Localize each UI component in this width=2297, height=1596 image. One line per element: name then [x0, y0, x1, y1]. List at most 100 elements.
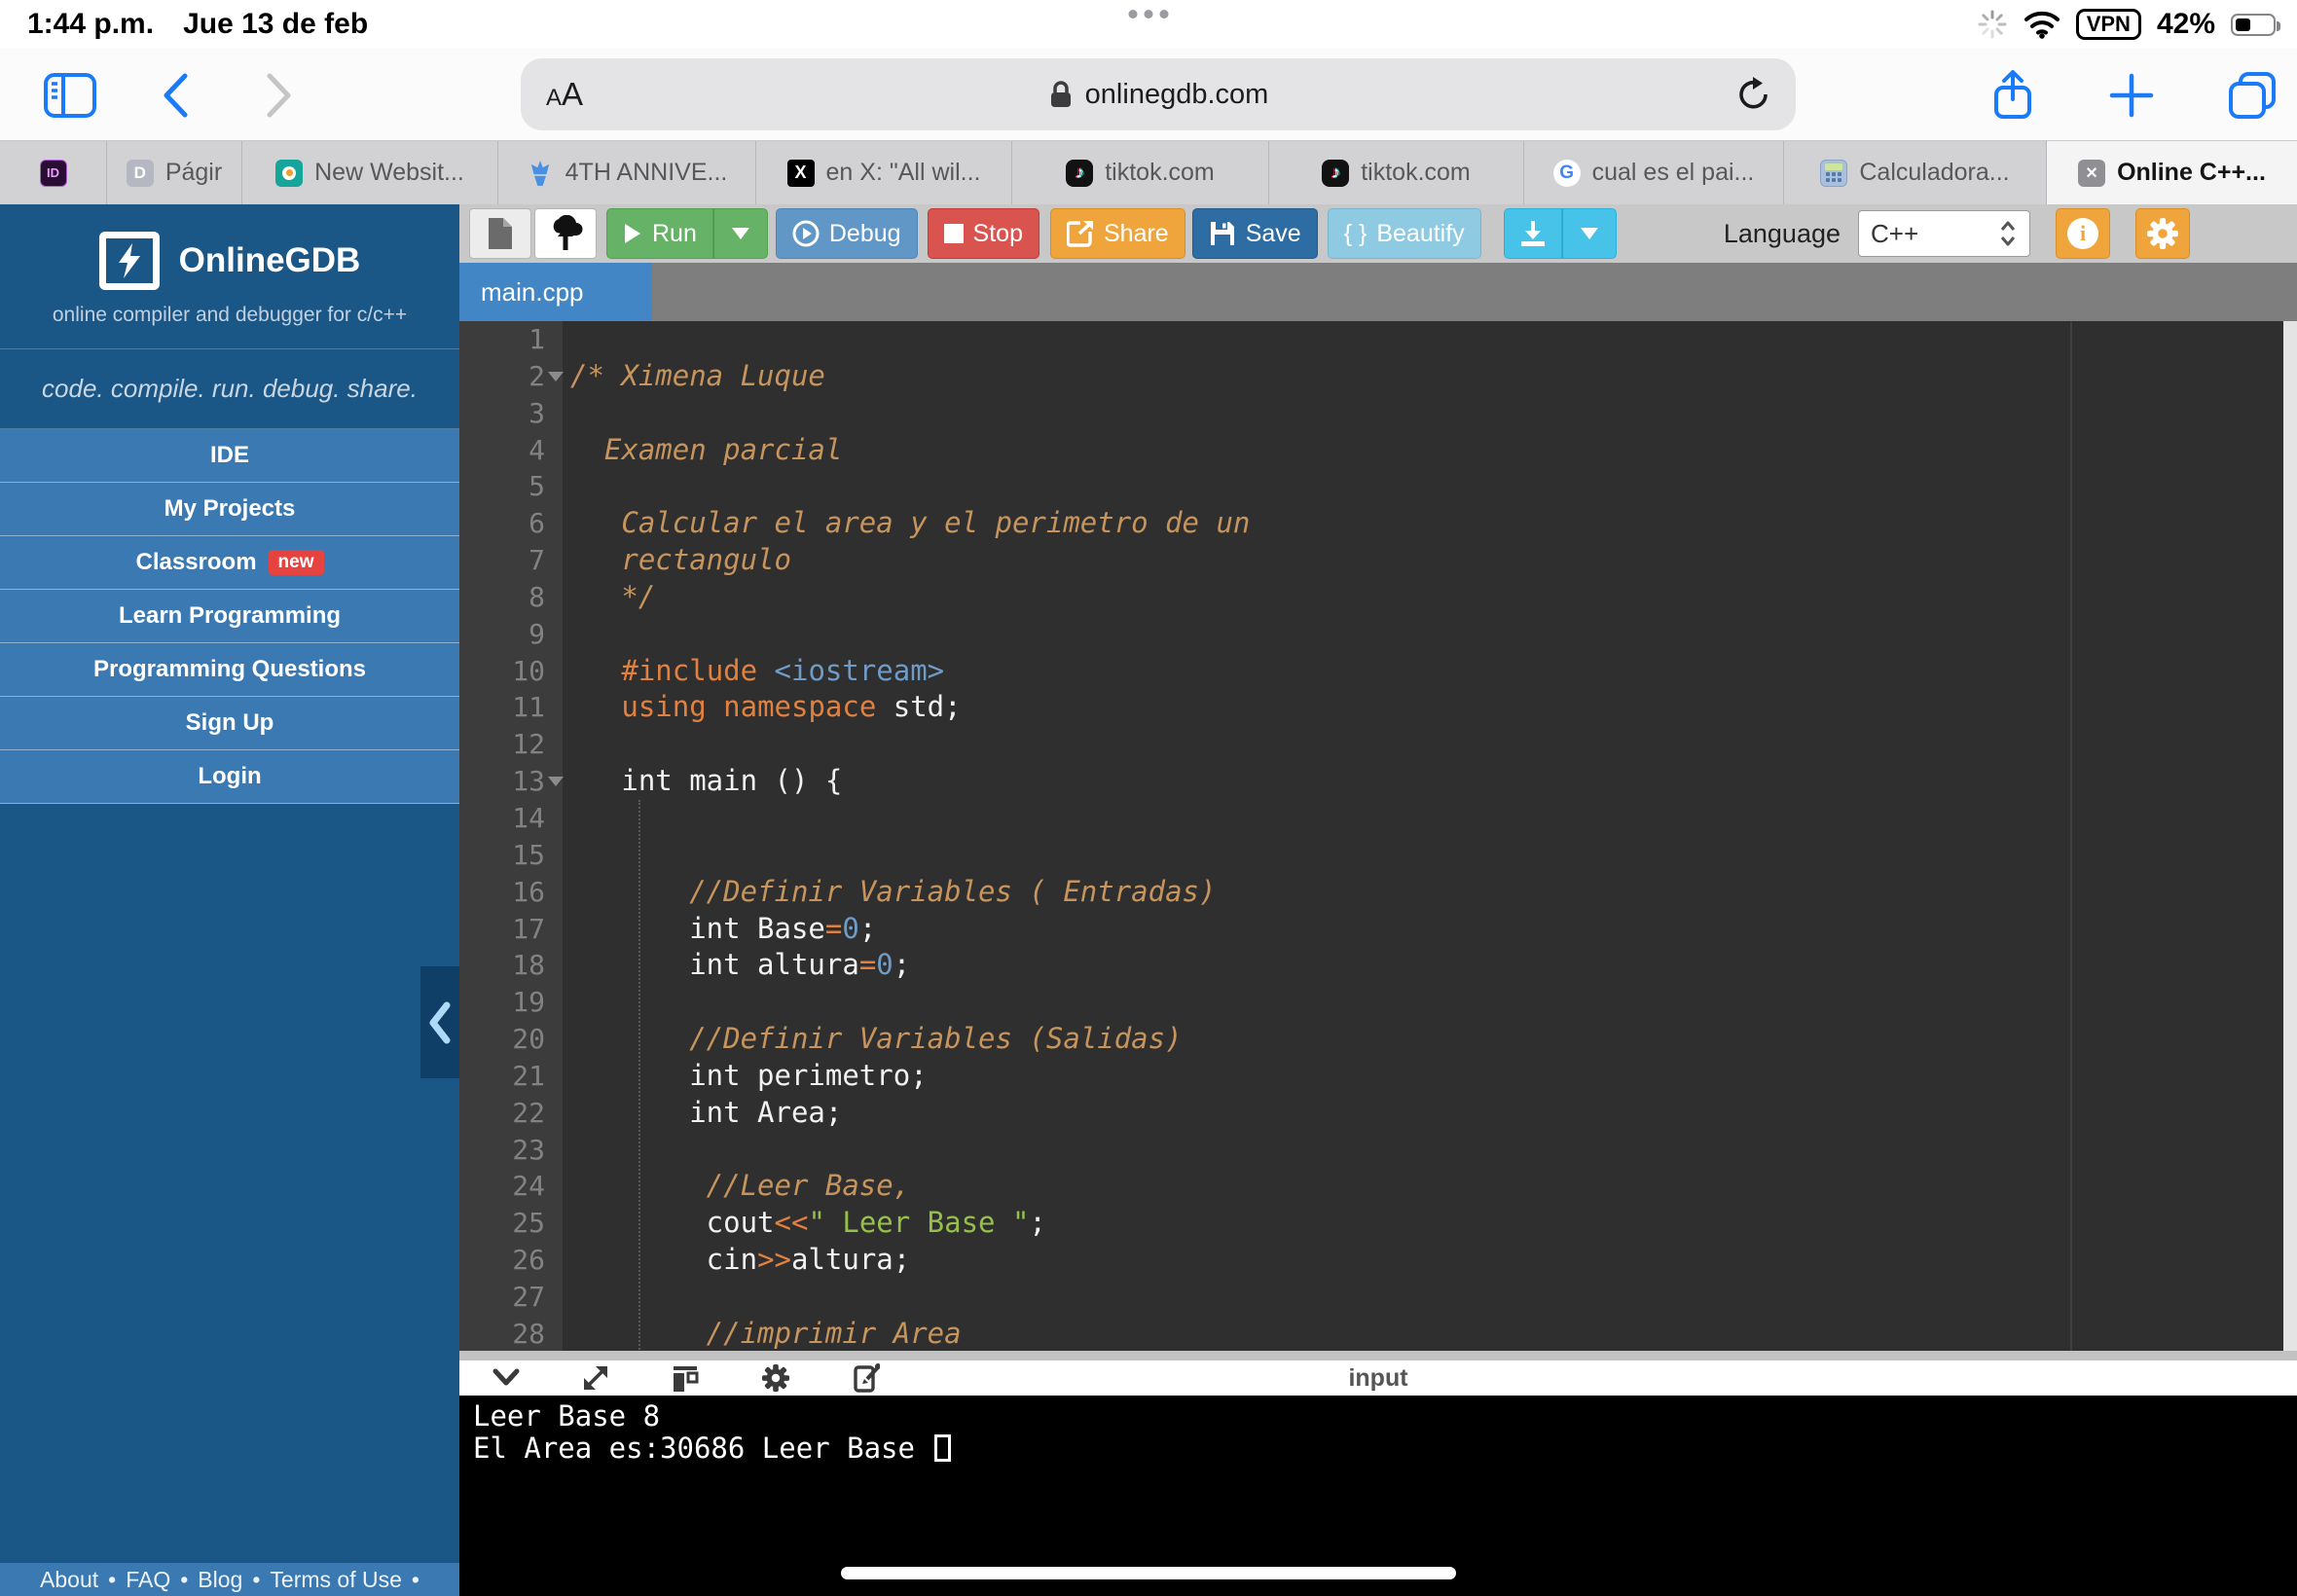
line-number: 22 — [459, 1095, 563, 1132]
sidebar-item-classroom[interactable]: Classroom new — [0, 536, 459, 590]
run-button[interactable]: Run — [606, 208, 713, 259]
kahoot-icon — [275, 160, 303, 187]
footer-link-about[interactable]: About — [40, 1567, 98, 1593]
share-icon — [1067, 220, 1094, 247]
play-icon — [623, 222, 642, 245]
console-output-line: El Area es:30686 Leer Base — [473, 1433, 2297, 1465]
fold-arrow-icon[interactable] — [548, 777, 564, 786]
sidebar-item-learn-programming[interactable]: Learn Programming — [0, 590, 459, 643]
activity-spinner-icon — [1977, 9, 2008, 40]
upload-button[interactable] — [534, 208, 597, 259]
save-button[interactable]: Save — [1192, 208, 1318, 259]
file-tab-main-cpp[interactable]: main.cpp — [459, 263, 652, 321]
tagline: code. compile. run. debug. share. — [0, 349, 459, 429]
code-line — [570, 1279, 2283, 1316]
browser-tab[interactable]: DPágir — [107, 141, 242, 204]
footer-link-terms-of-use[interactable]: Terms of Use — [270, 1567, 401, 1593]
browser-tab[interactable]: Calculadora... — [1784, 141, 2047, 204]
stop-button[interactable]: Stop — [928, 208, 1039, 259]
browser-tab-title: cual es el pai... — [1592, 159, 1755, 187]
download-button[interactable] — [1504, 208, 1562, 259]
print-margin — [2070, 321, 2072, 1353]
language-select[interactable]: C++ — [1858, 210, 2030, 257]
browser-tab-title: 4TH ANNIVE... — [565, 159, 728, 187]
line-number: 13 — [459, 763, 563, 800]
home-indicator[interactable] — [841, 1567, 1456, 1579]
code-editor[interactable]: 1234567891011121314151617181920212223242… — [459, 321, 2297, 1353]
browser-tab[interactable]: ♪tiktok.com — [1269, 141, 1524, 204]
line-number: 8 — [459, 579, 563, 616]
line-number: 10 — [459, 653, 563, 690]
download-options-button[interactable] — [1562, 208, 1617, 259]
share-code-button[interactable]: Share — [1050, 208, 1185, 259]
line-number: 16 — [459, 874, 563, 911]
back-button[interactable] — [151, 49, 200, 141]
new-badge: new — [269, 550, 324, 575]
sidebar-collapse-handle[interactable] — [420, 966, 459, 1078]
select-chevrons-icon — [1998, 220, 2018, 247]
browser-tab[interactable]: ✕Online C++... — [2047, 141, 2297, 204]
sidebar-item-label: IDE — [210, 442, 249, 469]
line-number: 15 — [459, 837, 563, 874]
browser-tab-title: en X: "All wil... — [826, 159, 981, 187]
browser-tab-title: New Websit... — [314, 159, 464, 187]
editor-code-area[interactable]: /* Ximena Luque Examen parcial Calcular … — [563, 321, 2283, 1353]
date: Jue 13 de feb — [183, 8, 368, 41]
tabs-overview-button[interactable] — [2221, 49, 2283, 141]
console-collapse-button[interactable] — [492, 1368, 520, 1388]
footer-link-blog[interactable]: Blog — [198, 1567, 242, 1593]
line-number: 25 — [459, 1205, 563, 1242]
footer-link-faq[interactable]: FAQ — [126, 1567, 170, 1593]
console-edit-input-button[interactable] — [853, 1363, 880, 1393]
reload-button[interactable] — [1735, 75, 1772, 119]
browser-tab[interactable]: New Websit... — [242, 141, 498, 204]
code-line: Calcular el area y el perimetro de un — [570, 505, 2283, 542]
editor-scrollbar[interactable] — [2283, 321, 2297, 1353]
line-number: 27 — [459, 1279, 563, 1316]
code-line: //imprimir Area — [570, 1316, 2283, 1353]
footer-bullet: • — [412, 1567, 419, 1593]
sidebar-item-sign-up[interactable]: Sign Up — [0, 697, 459, 750]
browser-tab[interactable]: 4TH ANNIVE... — [498, 141, 756, 204]
url-text: onlinegdb.com — [1085, 79, 1269, 111]
line-number: 21 — [459, 1058, 563, 1095]
sidebar-item-label: Classroom — [136, 549, 257, 576]
code-line: Examen parcial — [570, 432, 2283, 469]
tab-strip: IDDPágir New Websit... 4TH ANNIVE... Xen X:… — [0, 141, 2297, 204]
console-settings-button[interactable] — [761, 1363, 790, 1393]
beautify-button[interactable]: { } Beautify — [1328, 208, 1481, 259]
info-button[interactable]: i — [2056, 208, 2110, 259]
google-icon: G — [1553, 160, 1581, 187]
forward-button[interactable] — [255, 49, 304, 141]
sidebar-item-ide[interactable]: IDE — [0, 429, 459, 483]
new-file-button[interactable] — [469, 208, 531, 259]
share-page-button[interactable] — [1984, 49, 2042, 141]
sidebar-item-my-projects[interactable]: My Projects — [0, 483, 459, 536]
new-tab-button[interactable] — [2102, 49, 2161, 141]
sidebar: OnlineGDB online compiler and debugger f… — [0, 204, 459, 1596]
debug-button[interactable]: Debug — [776, 208, 918, 259]
close-icon[interactable]: ✕ — [2078, 160, 2105, 187]
line-number: 2 — [459, 358, 563, 395]
line-number: 6 — [459, 505, 563, 542]
console-expand-button[interactable] — [582, 1364, 609, 1392]
ide-main: Run Debug Stop — [459, 204, 2297, 1596]
fold-arrow-icon[interactable] — [548, 372, 564, 381]
sidebar-toggle-button[interactable] — [41, 49, 99, 141]
line-number: 23 — [459, 1132, 563, 1169]
run-options-button[interactable] — [713, 208, 768, 259]
sidebar-item-login[interactable]: Login — [0, 750, 459, 804]
sidebar-item-programming-questions[interactable]: Programming Questions — [0, 643, 459, 697]
tiktok-icon: ♪ — [1322, 160, 1349, 187]
code-line: int altura=0; — [570, 947, 2283, 984]
code-line: using namespace std; — [570, 689, 2283, 726]
settings-button[interactable] — [2135, 208, 2190, 259]
browser-tab[interactable]: Xen X: "All wil... — [756, 141, 1012, 204]
browser-tab[interactable]: Gcual es el pai... — [1524, 141, 1784, 204]
console-resize-handle[interactable] — [459, 1351, 2297, 1360]
console-dock-button[interactable] — [672, 1364, 699, 1392]
url-bar[interactable]: AA onlinegdb.com — [521, 58, 1796, 130]
line-number: 5 — [459, 468, 563, 505]
browser-tab[interactable]: ♪tiktok.com — [1012, 141, 1269, 204]
browser-tab[interactable]: ID — [0, 141, 107, 204]
